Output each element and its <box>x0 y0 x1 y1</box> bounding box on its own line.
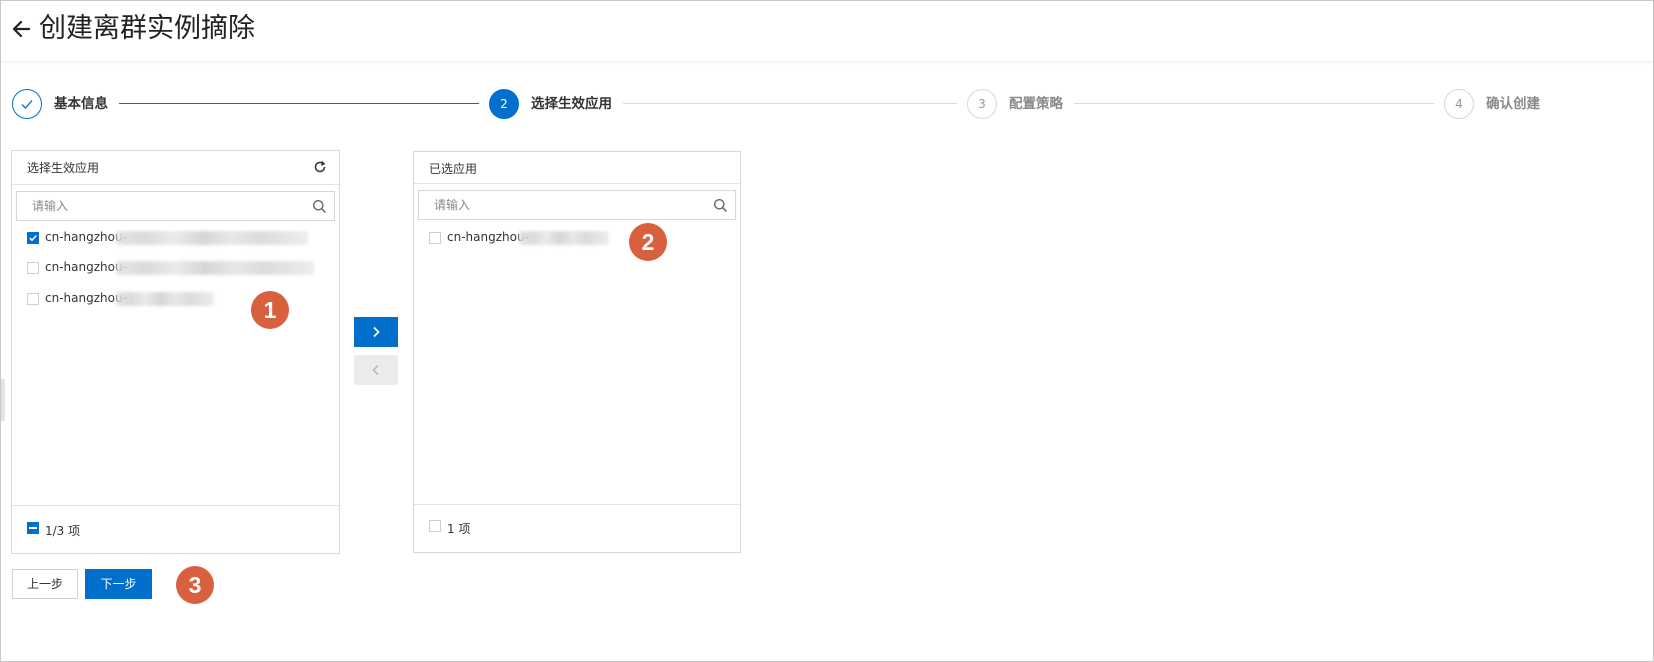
annotation-marker-3: 3 <box>176 566 214 604</box>
step-3-label: 配置策略 <box>1009 96 1063 112</box>
step-indicator: 基本信息 2 选择生效应用 3 配置策略 4 确认创建 <box>1 89 1653 131</box>
check-icon <box>21 100 33 109</box>
refresh-icon[interactable] <box>313 160 327 174</box>
redacted-text <box>519 231 609 245</box>
minus-icon <box>29 527 37 529</box>
list-item[interactable]: cn-hangzhou- <box>27 229 327 249</box>
item-checkbox[interactable] <box>27 262 39 274</box>
source-panel-footer: 1/3 项 <box>12 505 339 553</box>
step-connector-1 <box>119 103 479 104</box>
chevron-left-icon <box>372 364 379 376</box>
step-1-circle <box>12 89 42 119</box>
prev-step-button[interactable]: 上一步 <box>12 569 78 599</box>
step-4-label: 确认创建 <box>1486 96 1540 112</box>
side-drawer-handle[interactable] <box>1 379 5 421</box>
target-search-input[interactable] <box>419 191 735 219</box>
annotation-marker-1: 1 <box>251 291 289 329</box>
source-panel: 选择生效应用 cn-hangzhou- cn-hangz <box>11 150 340 554</box>
arrow-left-icon[interactable] <box>9 15 37 43</box>
item-checkbox[interactable] <box>27 232 39 244</box>
redacted-text <box>116 261 314 275</box>
move-left-button[interactable] <box>354 355 398 385</box>
item-label: cn-hangzhou- <box>45 291 127 305</box>
target-panel-header: 已选应用 <box>414 152 740 184</box>
page-frame: 创建离群实例摘除 基本信息 2 选择生效应用 3 配置策略 4 确认创建 选择生… <box>0 0 1654 662</box>
search-icon[interactable] <box>312 199 327 214</box>
annotation-marker-2: 2 <box>629 223 667 261</box>
next-step-button[interactable]: 下一步 <box>85 569 152 599</box>
move-right-button[interactable] <box>354 317 398 347</box>
selection-count: 1/3 项 <box>45 524 81 538</box>
target-panel-title: 已选应用 <box>429 162 478 176</box>
source-panel-header: 选择生效应用 <box>12 151 339 185</box>
item-label: cn-hangzhou- <box>447 230 529 244</box>
item-checkbox[interactable] <box>27 293 39 305</box>
check-icon <box>29 235 37 242</box>
item-label: cn-hangzhou- <box>45 230 127 244</box>
target-search-box <box>418 190 736 220</box>
list-item[interactable]: cn-hangzhou- <box>429 229 729 249</box>
step-2-label: 选择生效应用 <box>531 96 612 112</box>
step-connector-2 <box>623 103 957 104</box>
chevron-right-icon <box>373 326 380 338</box>
list-item[interactable]: cn-hangzhou- <box>27 259 327 279</box>
target-panel: 已选应用 cn-hangzhou- 1 项 <box>413 151 741 553</box>
step-1-label: 基本信息 <box>54 96 108 112</box>
step-2-circle: 2 <box>489 89 519 119</box>
source-panel-title: 选择生效应用 <box>27 161 100 175</box>
step-connector-3 <box>1074 103 1434 104</box>
source-search-input[interactable] <box>17 192 334 220</box>
item-label: cn-hangzhou- <box>45 260 127 274</box>
source-search-box <box>16 191 335 221</box>
page-header: 创建离群实例摘除 <box>1 1 1653 62</box>
page-title: 创建离群实例摘除 <box>39 13 255 44</box>
select-all-checkbox[interactable] <box>429 520 441 532</box>
selection-count: 1 项 <box>447 522 471 536</box>
search-icon[interactable] <box>713 198 728 213</box>
target-panel-footer: 1 项 <box>414 504 740 552</box>
select-all-checkbox[interactable] <box>27 522 39 534</box>
item-checkbox[interactable] <box>429 232 441 244</box>
redacted-text <box>116 292 214 306</box>
redacted-text <box>116 231 308 245</box>
step-4-circle: 4 <box>1444 89 1474 119</box>
step-3-circle: 3 <box>967 89 997 119</box>
